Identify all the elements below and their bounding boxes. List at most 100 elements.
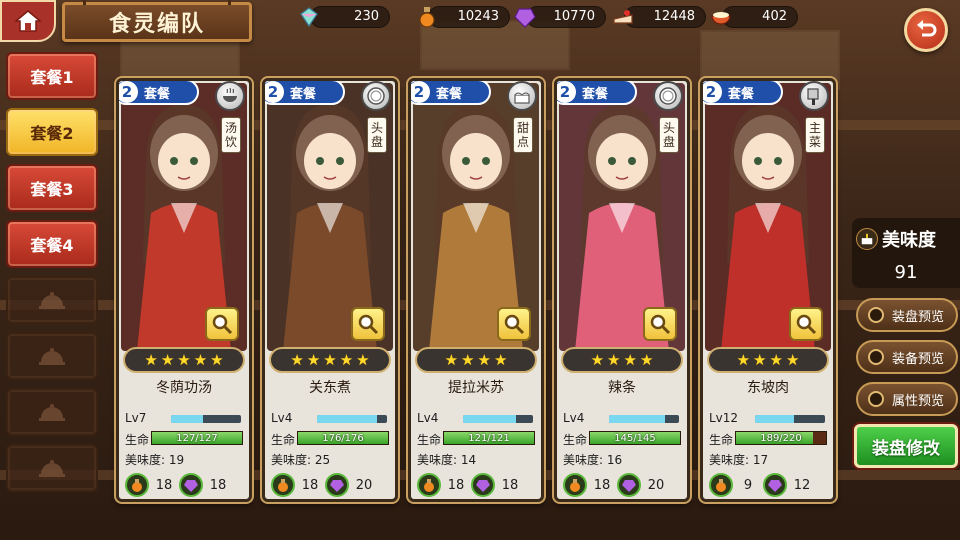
star-rating: ★ ★ ★ ★ ★ bbox=[269, 347, 391, 373]
hp-label: 生命 bbox=[125, 433, 150, 447]
hp-text: 145/145 bbox=[614, 433, 656, 444]
zoom-button[interactable] bbox=[205, 307, 239, 341]
set-number: 2 bbox=[265, 81, 284, 103]
set-label: 套餐 bbox=[290, 86, 317, 102]
set-tab[interactable]: 套餐4 bbox=[6, 220, 98, 268]
dessert-cake-icon bbox=[507, 81, 537, 111]
purple-gem-icon bbox=[179, 473, 203, 497]
hp-bar: 127/127 bbox=[151, 431, 243, 445]
button-label: 属性预览 bbox=[892, 393, 945, 409]
set-badge: 2 套餐 bbox=[265, 81, 345, 105]
locked-set-tab[interactable] bbox=[6, 332, 98, 380]
resource-row: 18 20 bbox=[271, 473, 393, 497]
locked-set-tab[interactable] bbox=[6, 388, 98, 436]
hp-bar: 176/176 bbox=[297, 431, 389, 445]
zoom-button[interactable] bbox=[351, 307, 385, 341]
locked-set-tab[interactable] bbox=[6, 276, 98, 324]
plate-preview-button[interactable]: 装盘预览 bbox=[856, 298, 958, 332]
star-icon: ★ bbox=[290, 351, 304, 369]
hp-text: 121/121 bbox=[468, 433, 510, 444]
gem-count: 20 bbox=[355, 477, 373, 493]
gem-count: 18 bbox=[209, 477, 227, 493]
exp-bar bbox=[317, 415, 387, 423]
taste-value: 91 bbox=[894, 262, 918, 283]
food-soul-card[interactable]: 2 套餐 主菜 ★ ★ ★ ★ 东坡肉 Lv12 生命 189/220 美味度: 17… bbox=[700, 78, 836, 502]
character-name: 东坡肉 bbox=[747, 380, 789, 396]
exp-bar bbox=[463, 415, 533, 423]
resource-cake: 12448 bbox=[613, 6, 706, 28]
hp-label: 生命 bbox=[417, 433, 442, 447]
food-soul-card[interactable]: 2 套餐 甜点 ★ ★ ★ ★ 提拉米苏 Lv4 生命 121/121 美味度: 14… bbox=[408, 78, 544, 502]
food-soul-card[interactable]: 2 套餐 头盘 ★ ★ ★ ★ ★ 关东煮 Lv4 生命 176/176 美味度: 25… bbox=[262, 78, 398, 502]
plate-icon bbox=[653, 81, 683, 111]
attr-preview-button[interactable]: 属性预览 bbox=[856, 382, 958, 416]
star-icon: ★ bbox=[144, 351, 158, 369]
home-button[interactable] bbox=[0, 0, 56, 42]
set-badge: 2 套餐 bbox=[119, 81, 199, 105]
exp-fill bbox=[463, 415, 516, 423]
set-tab[interactable]: 套餐3 bbox=[6, 164, 98, 212]
locked-set-tab[interactable] bbox=[6, 444, 98, 492]
potion-count: 18 bbox=[301, 477, 319, 493]
resource-potion: 10243 bbox=[419, 6, 510, 28]
rainbow-crystal-icon bbox=[295, 3, 323, 31]
star-icon: ★ bbox=[753, 351, 767, 369]
zoom-button[interactable] bbox=[497, 307, 531, 341]
character-name: 提拉米苏 bbox=[448, 380, 504, 396]
star-icon: ★ bbox=[160, 351, 175, 369]
dish-type-tag: 甜点 bbox=[513, 117, 533, 153]
food-soul-card[interactable]: 2 套餐 汤饮 ★ ★ ★ ★ ★ 冬荫功汤 Lv7 生命 127/127 美味度: 1… bbox=[116, 78, 252, 502]
set-tab[interactable]: 套餐2 bbox=[6, 108, 98, 156]
set-tab[interactable]: 套餐1 bbox=[6, 52, 98, 100]
taste-stat: 美味度: 25 bbox=[271, 453, 331, 467]
purple-gem-icon bbox=[617, 473, 641, 497]
zoom-button[interactable] bbox=[643, 307, 677, 341]
gem-count: 18 bbox=[501, 477, 519, 493]
star-icon: ★ bbox=[210, 351, 224, 369]
dish-cover-icon bbox=[39, 460, 65, 477]
star-icon: ★ bbox=[444, 351, 459, 369]
star-icon: ★ bbox=[306, 351, 321, 369]
equip-preview-button[interactable]: 装备预览 bbox=[856, 340, 958, 374]
taste-stat: 美味度: 14 bbox=[417, 453, 477, 467]
resource-gem: 10770 bbox=[514, 6, 606, 28]
star-icon: ★ bbox=[639, 351, 654, 369]
potion-count: 18 bbox=[155, 477, 173, 493]
exp-fill bbox=[317, 415, 377, 423]
button-label: 装备预览 bbox=[892, 351, 945, 367]
magnifier-icon bbox=[358, 314, 379, 335]
hp-text: 189/220 bbox=[760, 433, 802, 444]
hp-bar: 145/145 bbox=[589, 431, 681, 445]
level-label: Lv4 bbox=[563, 411, 585, 425]
button-label: 装盘预览 bbox=[892, 309, 945, 325]
star-icon: ★ bbox=[477, 351, 491, 369]
exp-fill bbox=[755, 415, 794, 423]
cake-slice-icon bbox=[609, 3, 637, 31]
food-soul-card[interactable]: 2 套餐 头盘 ★ ★ ★ ★ 辣条 Lv4 生命 145/145 美味度: 16 1… bbox=[554, 78, 690, 502]
potion-icon bbox=[417, 473, 441, 497]
back-button[interactable] bbox=[904, 8, 948, 52]
edit-plate-button[interactable]: 装盘修改 bbox=[854, 424, 958, 468]
purple-gem-icon bbox=[511, 3, 539, 31]
total-taste-panel: 美味度 91 bbox=[852, 218, 960, 288]
purple-gem-icon bbox=[471, 473, 495, 497]
potion-icon bbox=[271, 473, 295, 497]
hp-text: 127/127 bbox=[176, 433, 218, 444]
potion-icon bbox=[413, 3, 441, 31]
star-icon: ★ bbox=[736, 351, 751, 369]
hp-label: 生命 bbox=[563, 433, 588, 447]
soup-bowl-icon bbox=[215, 81, 245, 111]
purple-gem-icon bbox=[763, 473, 787, 497]
magnifier-icon bbox=[650, 314, 671, 335]
resource-row: 9 12 bbox=[709, 473, 831, 497]
taste-label-text: 美味度 bbox=[882, 230, 936, 251]
star-icon: ★ bbox=[177, 351, 191, 369]
taste-label: 美味度 bbox=[856, 226, 936, 252]
star-icon: ★ bbox=[769, 351, 783, 369]
dish-cover-icon bbox=[39, 348, 65, 365]
star-icon: ★ bbox=[590, 351, 605, 369]
resource-value: 12448 bbox=[653, 9, 695, 24]
set-badge: 2 套餐 bbox=[411, 81, 491, 105]
plate-icon bbox=[361, 81, 391, 111]
zoom-button[interactable] bbox=[789, 307, 823, 341]
